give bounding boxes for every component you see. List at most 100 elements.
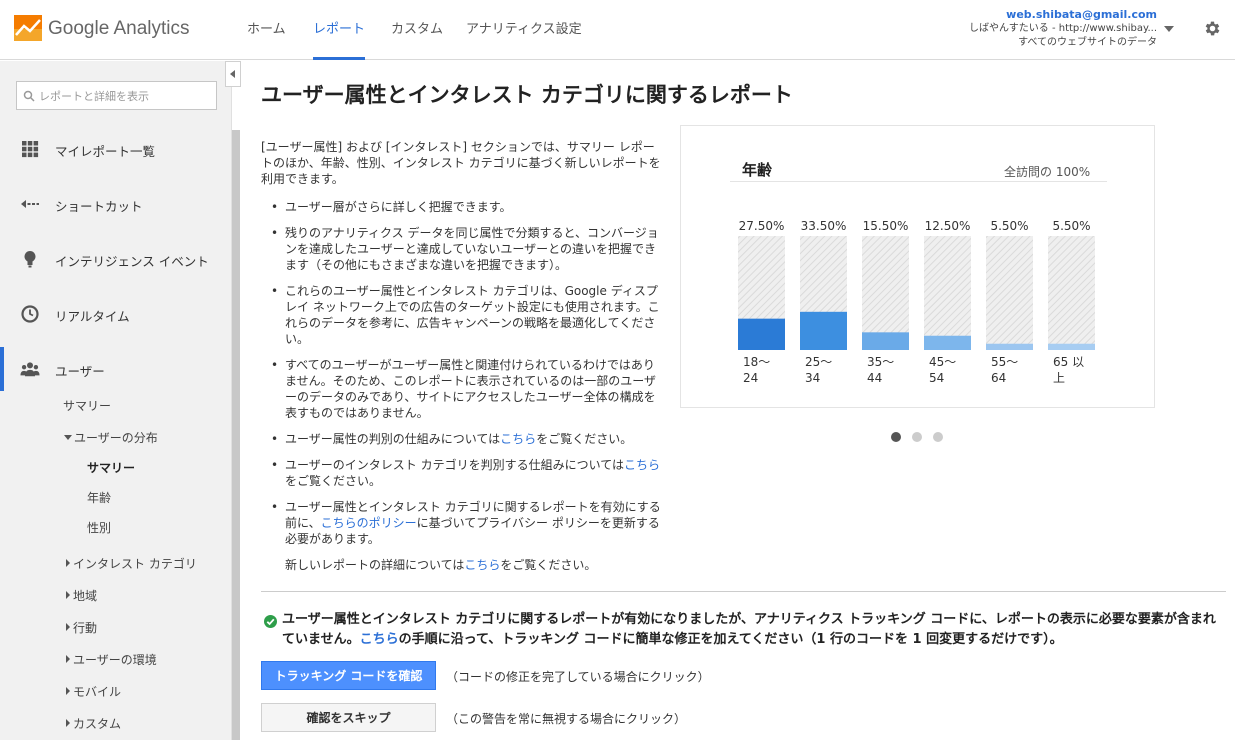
sidebar-item-intelligence[interactable]: インテリジェンス イベント [0,237,231,281]
sidebar-scrollbar[interactable] [232,130,240,740]
brand-name: Google Analytics [48,18,190,39]
caret-right-icon [66,687,70,695]
category-label: 65 以 [1053,355,1084,369]
age-bar-chart: 27.50% 18〜 24 33.50% 25〜 34 15.50% 35〜 44 12.50% 4… [738,219,1095,385]
sidebar-sub-technology[interactable]: ユーザーの環境 [66,651,157,668]
check-tracking-code-button[interactable]: トラッキング コードを確認 [261,661,436,690]
account-email: web.shibata@gmail.com [1006,8,1157,21]
bar[interactable] [862,332,909,350]
carousel-dot[interactable] [933,432,943,442]
bar[interactable] [800,311,847,350]
list-item: 新しいレポートの詳細についてはこちらをご覧ください。 [270,557,662,573]
bar[interactable] [924,335,971,350]
list-item-text: ユーザーのインタレスト カテゴリを判別する仕組みについては [285,458,624,472]
sidebar-sub-geo[interactable]: 地域 [66,587,97,604]
sidebar-item-label: インテリジェンス イベント [55,254,209,269]
list-item-text: をご覧ください。 [285,474,382,488]
interests-help-link[interactable]: こちら [624,458,660,472]
bar[interactable] [1048,343,1095,350]
data-label: 12.50% [925,219,971,233]
list-item: これらのユーザー属性とインタレスト カテゴリは、Google ディスプレイ ネッ… [270,283,662,347]
analytics-logo-icon [14,15,42,41]
new-reports-link[interactable]: こちら [464,558,500,572]
bar[interactable] [738,318,785,350]
sidebar-sub-dist-summary[interactable]: サマリー [87,459,135,476]
sidebar-sub-gender[interactable]: 性別 [87,519,111,536]
skip-check-button[interactable]: 確認をスキップ [261,703,436,732]
lightbulb-icon [24,251,36,268]
list-item-text: すべてのユーザーがユーザー属性と関連付けられているわけではありません。そのため、… [285,358,657,420]
search-icon [23,90,35,102]
sidebar-sub-age[interactable]: 年齢 [87,489,111,506]
caret-right-icon [66,719,70,727]
demographics-help-link[interactable]: こちら [500,432,536,446]
tab-reports[interactable]: レポート [313,0,366,60]
brand-logo[interactable]: Google Analytics [14,13,194,47]
report-search[interactable] [16,81,217,110]
sidebar-sub-interests[interactable]: インタレスト カテゴリ [66,555,197,572]
sidebar-sub-label: インタレスト カテゴリ [73,557,197,571]
category-label: 55〜 [991,355,1018,369]
account-view: すべてのウェブサイトのデータ [1018,37,1157,48]
data-label: 5.50% [1052,219,1090,233]
account-selector[interactable]: web.shibata@gmail.com しばやんすたいる - http://… [969,8,1157,50]
instructions-link[interactable]: こちら [360,632,399,647]
chart-divider [730,181,1107,182]
sidebar-item-label: リアルタイム [55,309,130,324]
collapse-sidebar-button[interactable] [225,61,241,87]
sidebar: マイレポート一覧 ショートカット インテリジェンス イベント リアルタイム [0,61,232,740]
bar-background [1048,236,1095,350]
top-header: Google Analytics ホーム レポート カスタム アナリティクス設定… [0,0,1235,60]
bar-background [924,236,971,350]
gear-icon[interactable] [1203,19,1222,38]
sidebar-item-shortcuts[interactable]: ショートカット [0,182,231,226]
caret-right-icon [66,591,70,599]
sidebar-sub-custom[interactable]: カスタム [66,715,121,732]
page-title: ユーザー属性とインタレスト カテゴリに関するレポート [261,83,793,107]
section-divider [261,591,1226,592]
sidebar-sub-mobile[interactable]: モバイル [66,683,121,700]
category-label: 35〜 [867,355,894,369]
sidebar-sub-label: ユーザーの環境 [73,653,157,667]
carousel-dot[interactable] [891,432,901,442]
caret-right-icon [66,623,70,631]
sidebar-item-label: ショートカット [55,199,143,214]
bar-background [986,236,1033,350]
chart-total-label: 全訪問の 100% [1004,165,1091,179]
sidebar-sub-label: ユーザーの分布 [74,431,158,445]
skip-note: （この警告を常に無視する場合にクリック） [446,712,687,726]
tracking-code-notice: ユーザー属性とインタレスト カテゴリに関するレポートが有効になりましたが、アナリ… [282,610,1226,650]
sidebar-sub-summary[interactable]: サマリー [63,397,111,414]
list-item-text: をご覧ください。 [500,558,597,572]
list-item-text: ユーザー層がさらに詳しく把握できます。 [285,200,512,214]
policy-link[interactable]: こちらのポリシー [321,516,417,530]
category-label: 24 [743,371,758,385]
sidebar-item-label: ユーザー [55,364,105,379]
data-label: 33.50% [801,219,847,233]
category-label: 44 [867,371,882,385]
sidebar-sub-behavior[interactable]: 行動 [66,619,97,636]
carousel-dot[interactable] [912,432,922,442]
data-label: 15.50% [863,219,909,233]
data-label: 27.50% [739,219,785,233]
category-label: 25〜 [805,355,832,369]
data-label: 5.50% [990,219,1028,233]
category-label: 上 [1053,371,1065,385]
users-icon [20,362,40,377]
intro-text: [ユーザー属性] および [インタレスト] セクションでは、サマリー レポートの… [261,140,661,186]
chevron-down-icon[interactable] [1164,26,1174,32]
sidebar-item-realtime[interactable]: リアルタイム [0,292,231,336]
sidebar-item-audience[interactable]: ユーザー [0,347,231,391]
bar[interactable] [986,343,1033,350]
sidebar-item-my-reports[interactable]: マイレポート一覧 [0,127,231,171]
sidebar-sub-distribution[interactable]: ユーザーの分布 [64,429,158,446]
tab-custom[interactable]: カスタム [391,0,443,60]
tab-analytics-settings[interactable]: アナリティクス設定 [466,0,582,60]
search-input[interactable] [39,86,211,106]
category-label: 54 [929,371,944,385]
sidebar-item-label: マイレポート一覧 [55,144,156,159]
list-item: すべてのユーザーがユーザー属性と関連付けられているわけではありません。そのため、… [270,357,662,421]
chart-title: 年齢 [742,161,773,179]
tab-home[interactable]: ホーム [247,0,286,60]
sidebar-sub-label: カスタム [73,717,122,731]
